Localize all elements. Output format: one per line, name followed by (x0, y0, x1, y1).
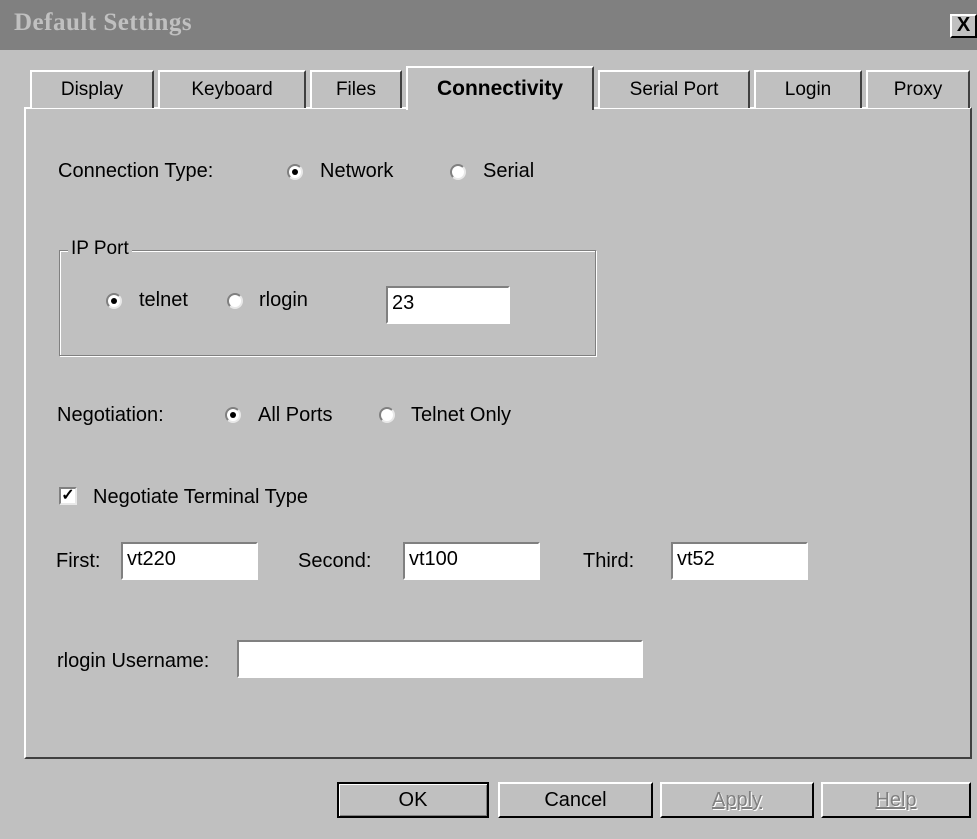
close-icon: X (956, 14, 971, 36)
second-terminal-label: Second: (298, 550, 372, 572)
serial-radio-label[interactable]: Serial (483, 160, 534, 183)
tab-keyboard[interactable]: Keyboard (158, 70, 306, 108)
negotiation-label: Negotiation: (57, 404, 164, 426)
network-radio-label[interactable]: Network (320, 160, 393, 183)
checkmark-icon: ✓ (61, 487, 75, 504)
first-terminal-label: First: (56, 550, 101, 572)
window-title: Default Settings (14, 9, 193, 36)
tab-serial-port[interactable]: Serial Port (598, 70, 750, 108)
apply-button[interactable]: Apply (660, 782, 814, 818)
negotiate-terminal-checkbox[interactable]: ✓ (59, 487, 77, 505)
close-button[interactable]: X (950, 14, 977, 38)
all-ports-radio[interactable] (225, 407, 241, 423)
ok-button[interactable]: OK (337, 782, 489, 818)
serial-radio[interactable] (450, 164, 466, 180)
tab-login[interactable]: Login (754, 70, 862, 108)
telnet-radio[interactable] (106, 293, 122, 309)
rlogin-radio[interactable] (227, 293, 243, 309)
second-terminal-input[interactable]: vt100 (403, 542, 540, 580)
ip-port-group-label: IP Port (68, 238, 132, 260)
network-radio[interactable] (287, 164, 303, 180)
help-button[interactable]: Help (821, 782, 971, 818)
connection-type-label: Connection Type: (58, 160, 214, 182)
tab-connectivity[interactable]: Connectivity (406, 66, 594, 110)
rlogin-username-label: rlogin Username: (57, 650, 210, 672)
all-ports-radio-label[interactable]: All Ports (258, 404, 332, 427)
rlogin-username-input[interactable] (237, 640, 643, 678)
apply-button-label: Apply (711, 789, 763, 811)
tab-files[interactable]: Files (310, 70, 402, 108)
first-terminal-input[interactable]: vt220 (121, 542, 258, 580)
telnet-radio-label[interactable]: telnet (139, 289, 188, 312)
third-terminal-input[interactable]: vt52 (671, 542, 808, 580)
negotiate-terminal-label[interactable]: Negotiate Terminal Type (93, 486, 308, 509)
help-button-label: Help (875, 789, 917, 811)
tab-proxy[interactable]: Proxy (866, 70, 970, 108)
telnet-only-radio[interactable] (379, 407, 395, 423)
cancel-button[interactable]: Cancel (498, 782, 653, 818)
telnet-only-radio-label[interactable]: Telnet Only (411, 404, 511, 427)
port-number-input[interactable]: 23 (386, 286, 510, 324)
tab-display[interactable]: Display (30, 70, 154, 108)
rlogin-radio-label[interactable]: rlogin (259, 289, 308, 312)
third-terminal-label: Third: (583, 550, 635, 572)
